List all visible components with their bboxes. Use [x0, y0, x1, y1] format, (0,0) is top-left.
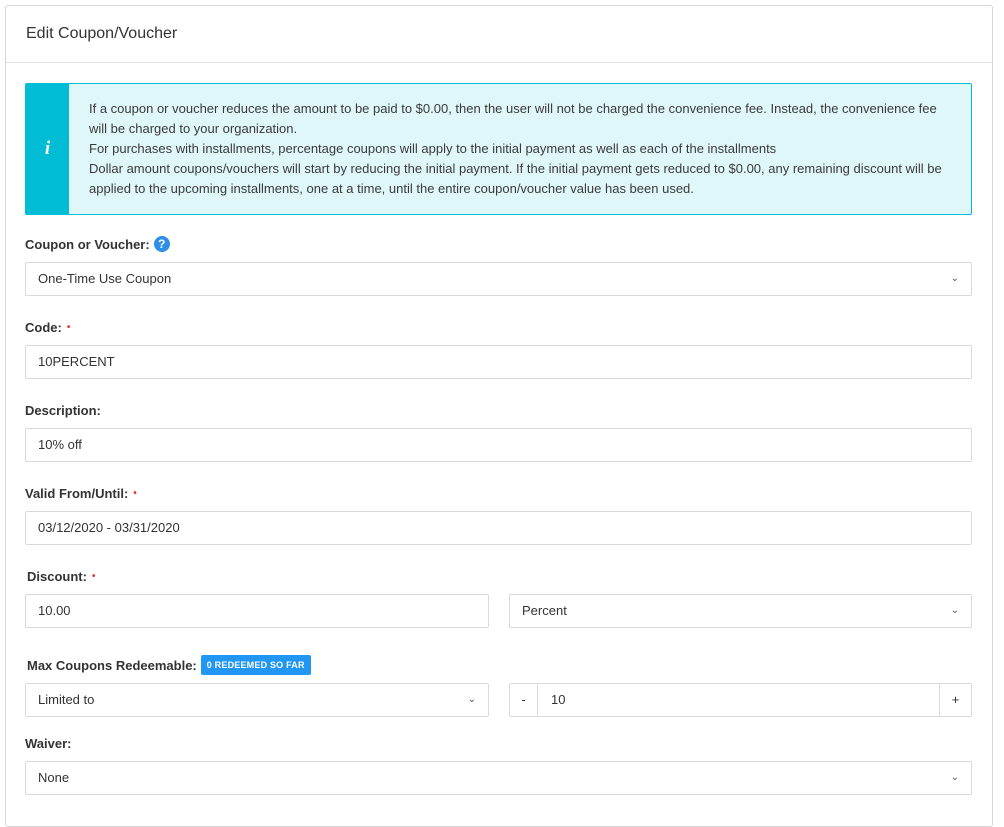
redeemed-count-badge: 0 REDEEMED SO FAR — [200, 655, 311, 675]
waiver-select[interactable]: None ⌄ — [25, 761, 972, 795]
increment-button[interactable]: + — [939, 684, 971, 716]
help-icon[interactable]: ? — [153, 236, 170, 252]
description-label-text: Description: — [25, 403, 101, 418]
alert-line-convenience-fee: If a coupon or voucher reduces the amoun… — [89, 101, 937, 136]
info-alert: i If a coupon or voucher reduces the amo… — [25, 83, 972, 215]
discount-amount-input[interactable]: 10.00 — [25, 594, 489, 628]
valid-dates-value: 03/12/2020 - 03/31/2020 — [38, 520, 180, 535]
alert-line-dollar-amount: Dollar amount coupons/vouchers will star… — [89, 161, 942, 196]
chevron-down-icon: ⌄ — [950, 772, 959, 783]
alert-line-percentage: For purchases with installments, percent… — [89, 141, 777, 156]
max-redeemable-label: Max Coupons Redeemable: 0 REDEEMED SO FA… — [27, 655, 311, 675]
chevron-down-icon: ⌄ — [467, 694, 476, 705]
code-value: 10PERCENT — [38, 354, 115, 369]
description-input[interactable]: 10% off — [25, 428, 972, 462]
code-label: Code: • — [25, 320, 70, 335]
coupon-type-select[interactable]: One-Time Use Coupon ⌄ — [25, 262, 972, 296]
limit-type-select[interactable]: Limited to ⌄ — [25, 683, 489, 717]
redeem-limit-stepper: - 10 + — [509, 683, 972, 717]
coupon-type-label-text: Coupon or Voucher: — [25, 236, 150, 252]
code-input[interactable]: 10PERCENT — [25, 345, 972, 379]
discount-type-value: Percent — [522, 603, 567, 618]
chevron-down-icon: ⌄ — [950, 273, 959, 284]
chevron-down-icon: ⌄ — [950, 605, 959, 616]
page-title: Edit Coupon/Voucher — [26, 25, 178, 42]
discount-amount-value: 10.00 — [38, 603, 71, 618]
valid-dates-label-text: Valid From/Until: — [25, 486, 129, 501]
redeem-limit-value[interactable]: 10 — [551, 684, 565, 716]
valid-dates-label: Valid From/Until: • — [25, 486, 137, 501]
description-label: Description: — [25, 403, 101, 418]
waiver-label: Waiver: — [25, 736, 71, 751]
valid-dates-input[interactable]: 03/12/2020 - 03/31/2020 — [25, 511, 972, 545]
discount-label: Discount: • — [27, 569, 95, 584]
alert-icon-bar: i — [26, 84, 69, 214]
alert-text: If a coupon or voucher reduces the amoun… — [89, 99, 955, 199]
description-value: 10% off — [38, 437, 82, 452]
panel-header: Edit Coupon/Voucher — [6, 6, 992, 63]
info-icon: i — [44, 138, 51, 159]
required-indicator: • — [66, 322, 71, 333]
coupon-type-value: One-Time Use Coupon — [38, 271, 172, 286]
max-redeemable-label-text: Max Coupons Redeemable: — [27, 657, 197, 673]
required-indicator: • — [133, 488, 137, 499]
code-label-text: Code: — [25, 320, 62, 335]
waiver-label-text: Waiver: — [25, 736, 72, 751]
discount-type-select[interactable]: Percent ⌄ — [509, 594, 972, 628]
required-indicator: • — [91, 571, 96, 582]
discount-label-text: Discount: — [27, 569, 87, 584]
limit-type-value: Limited to — [38, 692, 95, 707]
decrement-button[interactable]: - — [510, 684, 538, 716]
waiver-value: None — [38, 770, 70, 785]
coupon-type-label: Coupon or Voucher: ? — [25, 236, 170, 252]
